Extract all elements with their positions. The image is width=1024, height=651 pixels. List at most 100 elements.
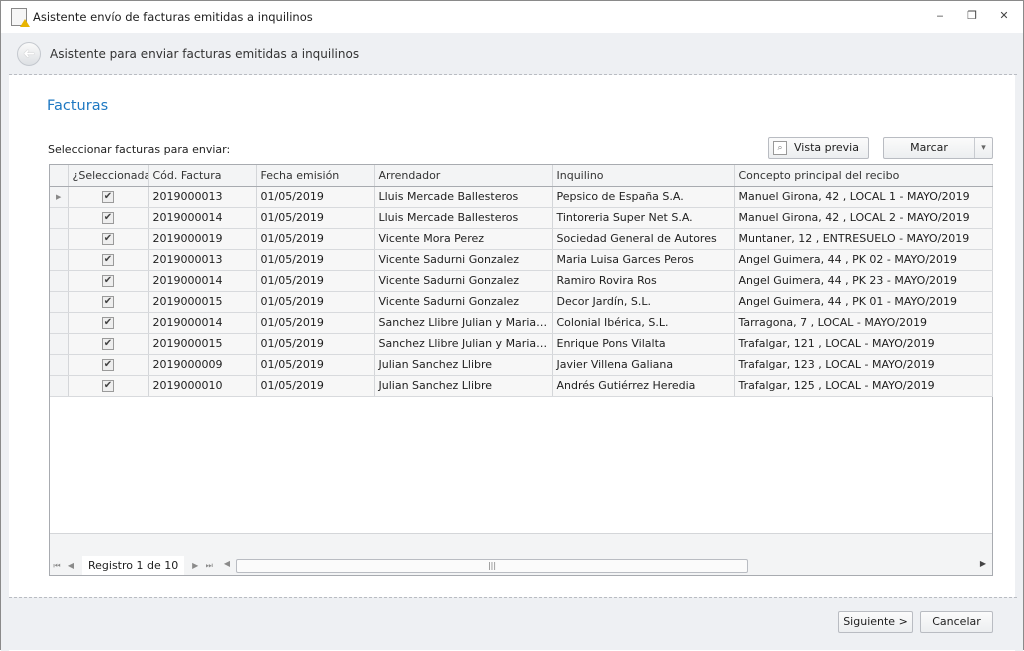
selected-checkbox[interactable]: ✔ <box>102 191 114 203</box>
selected-cell[interactable]: ✔ <box>68 270 149 292</box>
date-cell: 01/05/2019 <box>256 228 375 250</box>
wizard-footer: Siguiente > Cancelar <box>9 597 1017 650</box>
selected-checkbox[interactable]: ✔ <box>102 212 114 224</box>
cancel-button[interactable]: Cancelar <box>920 611 993 633</box>
column-header-code[interactable]: Cód. Factura <box>148 165 257 187</box>
table-row[interactable]: ✔ 2019000009 01/05/2019 Julian Sanchez Llib… <box>50 354 993 376</box>
code-cell: 2019000019 <box>148 228 257 250</box>
landlord-cell: Lluis Mercade Ballesteros <box>374 207 553 229</box>
row-indicator <box>50 312 69 334</box>
concept-cell: Muntaner, 12 , ENTRESUELO - MAYO/2019 <box>734 228 993 250</box>
last-record-button[interactable]: ⏭ <box>202 561 216 571</box>
selected-checkbox[interactable]: ✔ <box>102 317 114 329</box>
grid-navigator: ⏮ ◀ Registro 1 de 10 ▶ ⏭ ◀ ||| ▶ <box>50 556 992 575</box>
selected-checkbox[interactable]: ✔ <box>102 254 114 266</box>
concept-cell: Tarragona, 7 , LOCAL - MAYO/2019 <box>734 312 993 334</box>
date-cell: 01/05/2019 <box>256 207 375 229</box>
next-record-button[interactable]: ▶ <box>188 561 202 570</box>
selected-cell[interactable]: ✔ <box>68 186 149 208</box>
selected-cell[interactable]: ✔ <box>68 228 149 250</box>
back-button[interactable]: ➜ <box>17 41 41 66</box>
invoice-warning-icon <box>11 8 30 27</box>
tenant-cell: Colonial Ibérica, S.L. <box>552 312 735 334</box>
date-cell: 01/05/2019 <box>256 186 375 208</box>
concept-cell: Angel Guimera, 44 , PK 01 - MAYO/2019 <box>734 291 993 313</box>
code-cell: 2019000013 <box>148 249 257 271</box>
code-cell: 2019000015 <box>148 291 257 313</box>
column-header-selected[interactable]: ¿Seleccionada? <box>68 165 149 187</box>
mark-button[interactable]: Marcar ▾ <box>883 137 993 159</box>
table-row[interactable]: ✔ 2019000015 01/05/2019 Vicente Sadurni Gon… <box>50 291 993 313</box>
selected-cell[interactable]: ✔ <box>68 375 149 397</box>
selected-checkbox[interactable]: ✔ <box>102 275 114 287</box>
code-cell: 2019000013 <box>148 186 257 208</box>
mark-button-label: Marcar <box>910 141 948 154</box>
selected-cell[interactable]: ✔ <box>68 354 149 376</box>
date-cell: 01/05/2019 <box>256 291 375 313</box>
landlord-cell: Lluis Mercade Ballesteros <box>374 186 553 208</box>
restore-button[interactable]: ❐ <box>963 9 981 23</box>
selected-cell[interactable]: ✔ <box>68 333 149 355</box>
horizontal-scrollbar[interactable]: ◀ ||| ▶ <box>224 559 990 573</box>
selected-checkbox[interactable]: ✔ <box>102 233 114 245</box>
preview-button[interactable]: ⌕ Vista previa <box>768 137 869 159</box>
selected-checkbox[interactable]: ✔ <box>102 296 114 308</box>
selected-cell[interactable]: ✔ <box>68 312 149 334</box>
column-header-concept[interactable]: Concepto principal del recibo <box>734 165 993 187</box>
landlord-cell: Vicente Sadurni Gonzalez <box>374 249 553 271</box>
column-header-tenant[interactable]: Inquilino <box>552 165 735 187</box>
left-border <box>1 33 9 651</box>
table-row[interactable]: ✔ 2019000014 01/05/2019 Sanchez Llibre Juli… <box>50 312 993 334</box>
first-record-button[interactable]: ⏮ <box>50 561 64 571</box>
concept-cell: Trafalgar, 123 , LOCAL - MAYO/2019 <box>734 354 993 376</box>
grid-header-row: ¿Seleccionada?Cód. FacturaFecha emisiónA… <box>50 165 993 187</box>
preview-button-label: Vista previa <box>794 141 859 154</box>
close-button[interactable]: ✕ <box>995 9 1013 23</box>
scrollbar-thumb[interactable]: ||| <box>236 559 748 573</box>
selected-checkbox[interactable]: ✔ <box>102 338 114 350</box>
minimize-button[interactable]: ‒ <box>931 9 949 23</box>
concept-cell: Angel Guimera, 44 , PK 23 - MAYO/2019 <box>734 270 993 292</box>
tenant-cell: Andrés Gutiérrez Heredia <box>552 375 735 397</box>
column-header-date[interactable]: Fecha emisión <box>256 165 375 187</box>
selected-checkbox[interactable]: ✔ <box>102 359 114 371</box>
table-row[interactable]: ✔ 2019000010 01/05/2019 Julian Sanchez Llib… <box>50 375 993 397</box>
row-indicator <box>50 207 69 229</box>
row-indicator <box>50 291 69 313</box>
selected-cell[interactable]: ✔ <box>68 291 149 313</box>
selected-checkbox[interactable]: ✔ <box>102 380 114 392</box>
table-row[interactable]: ▶ ✔ 2019000013 01/05/2019 Lluis Mercade Ball… <box>50 186 993 208</box>
table-row[interactable]: ✔ 2019000014 01/05/2019 Vicente Sadurni Gon… <box>50 270 993 292</box>
prev-record-button[interactable]: ◀ <box>64 561 78 570</box>
landlord-cell: Sanchez Llibre Julian y Mariano C... <box>374 312 553 334</box>
wizard-header: ➜ Asistente para enviar facturas emitida… <box>9 33 1017 75</box>
window-title: Asistente envío de facturas emitidas a i… <box>33 10 313 24</box>
page-title: Facturas <box>47 98 109 114</box>
scroll-left-button[interactable]: ◀ <box>220 559 234 568</box>
selected-cell[interactable]: ✔ <box>68 249 149 271</box>
tenant-cell: Ramiro Rovira Ros <box>552 270 735 292</box>
wizard-title: Asistente para enviar facturas emitidas … <box>50 46 360 61</box>
row-indicator <box>50 375 69 397</box>
row-indicator <box>50 249 69 271</box>
concept-cell: Manuel Girona, 42 , LOCAL 2 - MAYO/2019 <box>734 207 993 229</box>
grid-footer <box>50 533 992 556</box>
concept-cell: Angel Guimera, 44 , PK 02 - MAYO/2019 <box>734 249 993 271</box>
landlord-cell: Sanchez Llibre Julian y Mariano C... <box>374 333 553 355</box>
row-indicator <box>50 354 69 376</box>
table-row[interactable]: ✔ 2019000019 01/05/2019 Vicente Mora Perez S… <box>50 228 993 250</box>
table-row[interactable]: ✔ 2019000014 01/05/2019 Lluis Mercade Balle… <box>50 207 993 229</box>
column-header-landlord[interactable]: Arrendador <box>374 165 553 187</box>
next-button[interactable]: Siguiente > <box>838 611 913 633</box>
date-cell: 01/05/2019 <box>256 375 375 397</box>
right-border <box>1015 33 1023 651</box>
chevron-down-icon[interactable]: ▾ <box>974 138 992 158</box>
date-cell: 01/05/2019 <box>256 333 375 355</box>
table-row[interactable]: ✔ 2019000013 01/05/2019 Vicente Sadurni Gon… <box>50 249 993 271</box>
tenant-cell: Tintoreria Super Net S.A. <box>552 207 735 229</box>
selected-cell[interactable]: ✔ <box>68 207 149 229</box>
table-row[interactable]: ✔ 2019000015 01/05/2019 Sanchez Llibre Juli… <box>50 333 993 355</box>
column-header-indicator[interactable] <box>50 165 69 187</box>
scroll-right-button[interactable]: ▶ <box>976 559 990 568</box>
tenant-cell: Pepsico de España S.A. <box>552 186 735 208</box>
